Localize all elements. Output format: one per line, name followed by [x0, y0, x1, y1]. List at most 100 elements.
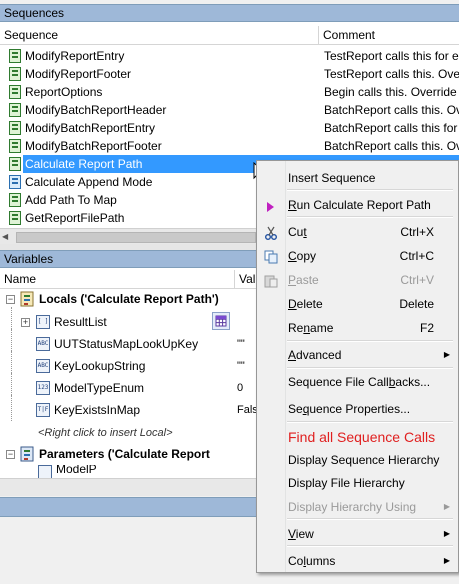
column-header-comment-label: Comment — [323, 28, 376, 42]
submenu-arrow-icon: ▶ — [443, 529, 450, 538]
copy-icon — [264, 249, 278, 264]
menu-item-find-all-sequence-calls[interactable]: Find all Sequence Calls — [257, 426, 458, 448]
menu-item-shortcut: Ctrl+C — [399, 249, 434, 263]
collapse-icon[interactable]: − — [6, 295, 15, 304]
menu-item-cut[interactable]: Cut Ctrl+X — [257, 221, 458, 243]
variable-value: 0 — [237, 382, 244, 394]
sequence-row[interactable]: ModifyReportEntry TestReport calls this f… — [0, 47, 459, 65]
menu-item-rename[interactable]: Rename F2 — [257, 317, 458, 339]
column-header-name-label: Name — [4, 272, 37, 286]
menu-item-label: Rename — [288, 321, 334, 335]
tree-line — [11, 395, 13, 421]
menu-separator — [287, 340, 453, 342]
sequence-name: Calculate Report Path — [25, 157, 143, 171]
menu-item-label: Find all Sequence Calls — [288, 429, 436, 445]
menu-item-label: Paste — [288, 273, 319, 287]
variable-value: "" — [237, 338, 245, 350]
context-menu: Insert Sequence Run Calculate Report Path… — [256, 160, 459, 573]
parameters-folder-icon — [20, 446, 35, 462]
menu-item-shortcut: Delete — [399, 297, 434, 311]
sequence-icon — [9, 67, 21, 81]
sequence-name: ModifyBatchReportEntry — [25, 121, 156, 135]
menu-item-display-file-hierarchy[interactable]: Display File Hierarchy — [257, 472, 458, 494]
variable-name: UUTStatusMapLookUpKey — [54, 337, 199, 351]
sequence-row[interactable]: ModifyBatchReportEntry BatchReport calls … — [0, 119, 459, 137]
column-header-name[interactable]: Name — [0, 270, 235, 289]
variable-type-icon: 123 — [36, 381, 50, 395]
menu-item-view[interactable]: View ▶ — [257, 523, 458, 545]
menu-item-advanced[interactable]: Advanced ▶ — [257, 344, 458, 366]
menu-item-copy[interactable]: Copy Ctrl+C — [257, 245, 458, 267]
partial-variable-name: ModelP — [56, 465, 97, 476]
scroll-left-arrow-icon[interactable]: ◀ — [2, 232, 12, 242]
expand-icon[interactable]: + — [21, 318, 30, 327]
variables-pane-title: Variables — [4, 252, 54, 266]
menu-separator — [287, 216, 453, 218]
sequence-row[interactable]: ModifyBatchReportHeader BatchReport calls… — [0, 101, 459, 119]
variable-name: KeyLookupString — [54, 359, 146, 373]
sequence-row[interactable]: ModifyBatchReportFooter BatchReport calls… — [0, 137, 459, 155]
variable-row[interactable]: ABC UUTStatusMapLookUpKey "" — [0, 329, 255, 355]
variable-type-icon: ABC — [36, 359, 50, 373]
sequence-comment: TestReport calls this for each — [324, 49, 459, 63]
menu-item-label: Display Hierarchy Using — [288, 500, 417, 514]
column-header-sequence[interactable]: Sequence — [0, 26, 319, 45]
variable-type-icon — [38, 465, 52, 478]
sequence-comment: BatchReport calls this. Overri — [324, 139, 459, 153]
menu-item-shortcut: F2 — [419, 321, 434, 335]
sequence-comment: BatchReport calls this for each — [324, 121, 459, 135]
sequence-icon — [9, 157, 21, 171]
sequence-name: ReportOptions — [25, 85, 103, 99]
variable-row[interactable]: 123 ModelTypeEnum 0 — [0, 373, 255, 399]
variable-row[interactable]: T|F KeyExistsInMap Fals — [0, 395, 258, 421]
sequence-name: ModifyBatchReportHeader — [25, 103, 167, 117]
parameters-node[interactable]: − Parameters ('Calculate Report — [0, 443, 255, 465]
run-icon — [264, 198, 278, 212]
menu-item-display-sequence-hierarchy[interactable]: Display Sequence Hierarchy — [257, 449, 458, 471]
menu-item-label: Cut — [288, 225, 307, 239]
menu-item-columns[interactable]: Columns ▶ — [257, 550, 458, 572]
menu-item-paste[interactable]: Paste Ctrl+V — [257, 269, 458, 291]
sequence-row[interactable]: ModifyReportFooter TestReport calls this.… — [0, 65, 459, 83]
menu-item-sequence-properties[interactable]: Sequence Properties... — [257, 398, 458, 420]
scrollbar-thumb[interactable] — [16, 232, 256, 243]
parameters-label: Parameters ('Calculate Report — [39, 447, 210, 461]
variable-value: "" — [237, 360, 245, 372]
menu-item-label: Copy — [288, 249, 317, 263]
variable-type-icon: ABC — [36, 337, 50, 351]
variable-row[interactable]: ABC KeyLookupString "" — [0, 351, 255, 377]
array-editor-button[interactable] — [212, 312, 230, 330]
sequences-pane-header: Sequences — [0, 4, 459, 22]
sequence-name: Add Path To Map — [25, 193, 117, 207]
sequence-icon — [9, 85, 21, 99]
submenu-arrow-icon: ▶ — [443, 350, 450, 359]
sequence-name: GetReportFilePath — [25, 211, 125, 225]
column-header-value-label: Val — [239, 272, 256, 286]
menu-item-label: Advanced — [288, 348, 342, 362]
menu-item-run-calculate-report-path[interactable]: Run Calculate Report Path — [257, 194, 458, 216]
insert-local-hint[interactable]: <Right click to insert Local> — [38, 423, 173, 443]
locals-label: Locals ('Calculate Report Path') — [39, 292, 219, 306]
menu-item-delete[interactable]: Delete Delete — [257, 293, 458, 315]
sequence-name: Calculate Append Mode — [25, 175, 153, 189]
sequence-name: ModifyReportFooter — [25, 67, 132, 81]
locals-node[interactable]: − Locals ('Calculate Report Path') — [0, 288, 255, 310]
scissors-icon — [264, 225, 278, 240]
menu-separator — [287, 518, 453, 520]
paste-icon — [264, 273, 278, 288]
menu-item-label: View — [288, 527, 314, 541]
menu-separator — [287, 421, 453, 423]
menu-item-sequence-file-callbacks[interactable]: Sequence File Callbacks... — [257, 371, 458, 393]
sequence-name: ModifyReportEntry — [25, 49, 125, 63]
variable-name: KeyExistsInMap — [54, 403, 141, 417]
sequence-comment: Begin calls this. Override it to — [324, 85, 459, 99]
menu-item-label: Run Calculate Report Path — [288, 198, 431, 212]
sequence-name: ModifyBatchReportFooter — [25, 139, 162, 153]
menu-item-insert-sequence[interactable]: Insert Sequence — [257, 167, 458, 189]
variable-type-icon: [ ] — [36, 315, 50, 329]
collapse-icon[interactable]: − — [6, 450, 15, 459]
column-header-comment[interactable]: Comment — [319, 26, 459, 45]
variable-name: ModelTypeEnum — [54, 381, 145, 395]
sequence-row[interactable]: ReportOptions Begin calls this. Override … — [0, 83, 459, 101]
menu-item-display-hierarchy-using[interactable]: Display Hierarchy Using ▶ — [257, 496, 458, 518]
